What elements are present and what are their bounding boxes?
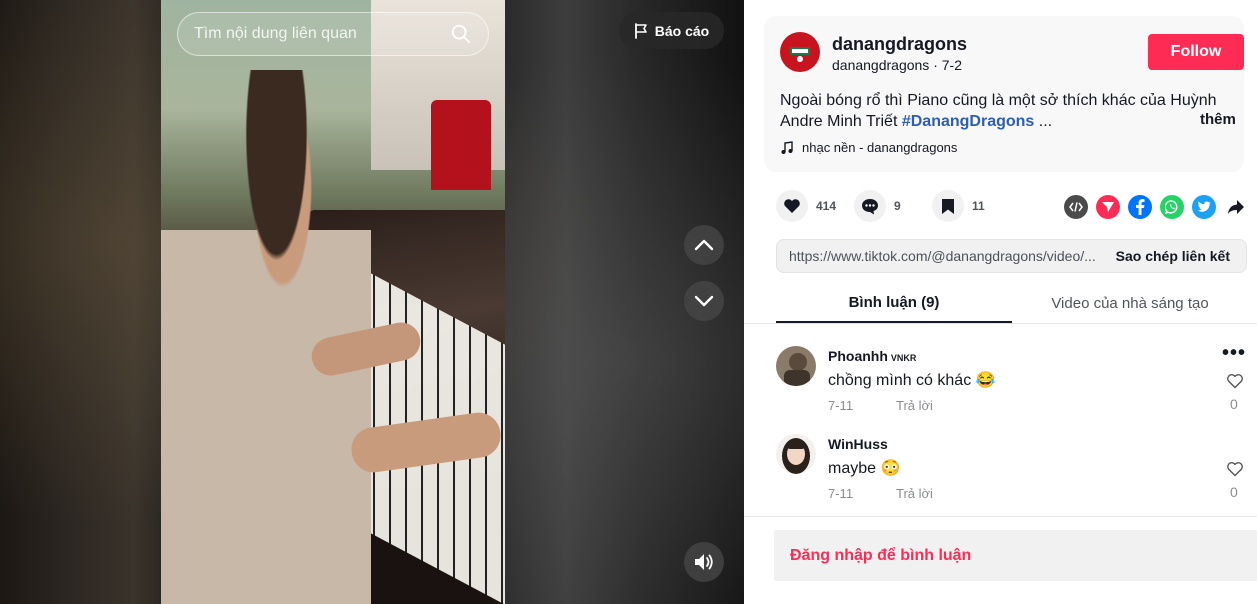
reply-button[interactable]: Trả lời <box>896 486 933 501</box>
post-info-card: danangdragons danangdragons · 7-2 Follow… <box>764 16 1244 172</box>
details-panel: danangdragons danangdragons · 7-2 Follow… <box>744 0 1257 604</box>
like-action[interactable]: 414 <box>776 190 836 222</box>
divider <box>744 516 1257 517</box>
volume-button[interactable] <box>684 542 724 582</box>
embed-icon[interactable] <box>1064 195 1088 219</box>
video-scene-awning <box>431 100 491 190</box>
comment-text: maybe 😳 <box>828 460 901 477</box>
send-icon[interactable] <box>1096 195 1120 219</box>
report-label: Báo cáo <box>654 22 710 39</box>
related-search-box[interactable] <box>177 12 489 56</box>
twitter-icon[interactable] <box>1192 195 1216 219</box>
save-count: 11 <box>972 199 985 213</box>
whatsapp-icon[interactable] <box>1160 195 1184 219</box>
chevron-up-icon <box>694 239 714 251</box>
comment-button[interactable] <box>854 190 887 222</box>
report-button[interactable]: Báo cáo <box>619 12 724 49</box>
save-button[interactable] <box>932 190 965 222</box>
comment-date: 7-11 <box>828 486 854 501</box>
tab-creator-videos[interactable]: Video của nhà sáng tạo <box>1012 283 1248 323</box>
comment-action[interactable]: 9 <box>854 190 914 222</box>
hashtag-link[interactable]: #DanangDragons <box>902 113 1034 130</box>
action-bar: 414 9 11 <box>776 190 1010 222</box>
comment-date: 7-11 <box>828 398 854 413</box>
post-date: 7-2 <box>941 57 962 73</box>
video-pane: Báo cáo <box>0 0 744 604</box>
avatar[interactable] <box>780 32 820 72</box>
reply-button[interactable]: Trả lời <box>896 398 933 413</box>
next-video-button[interactable] <box>684 281 724 321</box>
save-action[interactable]: 11 <box>932 190 992 222</box>
speaker-icon <box>695 554 713 570</box>
comment-text: chồng mình có khác 😂 <box>828 372 996 389</box>
comment-author-badge: VNKR <box>890 353 917 363</box>
music-title: nhạc nền - danangdragons <box>802 140 958 155</box>
comment-author-name: Phoanhh <box>828 348 888 364</box>
share-row <box>1064 195 1248 219</box>
music-note-icon <box>781 140 793 154</box>
copy-link-box: https://www.tiktok.com/@danangdragons/vi… <box>776 239 1247 273</box>
comment-count: 9 <box>894 199 901 213</box>
post-description: Ngoài bóng rổ thì Piano cũng là một sở t… <box>780 90 1220 132</box>
music-link[interactable]: nhạc nền - danangdragons <box>780 140 957 155</box>
author-handle: danangdragons <box>832 57 930 73</box>
like-button[interactable] <box>776 190 808 222</box>
more-options-icon[interactable]: ••• <box>1222 343 1246 363</box>
author-username[interactable]: danangdragons <box>832 34 967 55</box>
comment-item: WinHuss maybe 😳 7-11 Trả lời 0 <box>776 434 1246 510</box>
search-icon[interactable] <box>450 23 472 45</box>
heart-outline-icon[interactable] <box>1226 460 1244 478</box>
avatar[interactable] <box>776 346 816 386</box>
bookmark-icon <box>942 198 955 214</box>
dragon-logo-icon <box>786 38 814 66</box>
flag-icon <box>634 22 647 39</box>
like-count: 414 <box>816 199 837 213</box>
comment-author[interactable]: WinHuss <box>828 436 891 452</box>
comment-like-count: 0 <box>1230 484 1238 500</box>
video-player[interactable] <box>161 0 505 604</box>
copy-link-button[interactable]: Sao chép liên kết <box>1100 248 1246 264</box>
separator-dot: · <box>933 57 942 73</box>
avatar[interactable] <box>776 434 816 474</box>
comment-author-name: WinHuss <box>828 436 888 452</box>
panel-tabs: Bình luận (9) Video của nhà sáng tạo <box>744 283 1257 324</box>
chevron-down-icon <box>694 295 714 307</box>
tab-comments[interactable]: Bình luận (9) <box>776 283 1012 323</box>
share-arrow-icon[interactable] <box>1224 195 1248 219</box>
heart-icon <box>784 199 800 213</box>
see-more-button[interactable]: thêm <box>1200 111 1236 128</box>
login-to-comment-button[interactable]: Đăng nhập để bình luận <box>774 530 1257 581</box>
facebook-icon[interactable] <box>1128 195 1152 219</box>
comment-icon <box>862 198 879 214</box>
related-search-input[interactable] <box>194 25 450 43</box>
previous-video-button[interactable] <box>684 225 724 265</box>
follow-button[interactable]: Follow <box>1148 34 1244 70</box>
comment-author[interactable]: Phoanhh VNKR <box>828 348 916 364</box>
description-ellipsis: ... <box>1038 113 1053 130</box>
comment-like-count: 0 <box>1230 396 1238 412</box>
author-subline: danangdragons · 7-2 <box>832 57 962 73</box>
video-url[interactable]: https://www.tiktok.com/@danangdragons/vi… <box>777 248 1100 264</box>
comment-item: Phoanhh VNKR chồng mình có khác 😂 7-11 Tr… <box>776 343 1246 422</box>
heart-outline-icon[interactable] <box>1226 372 1244 390</box>
